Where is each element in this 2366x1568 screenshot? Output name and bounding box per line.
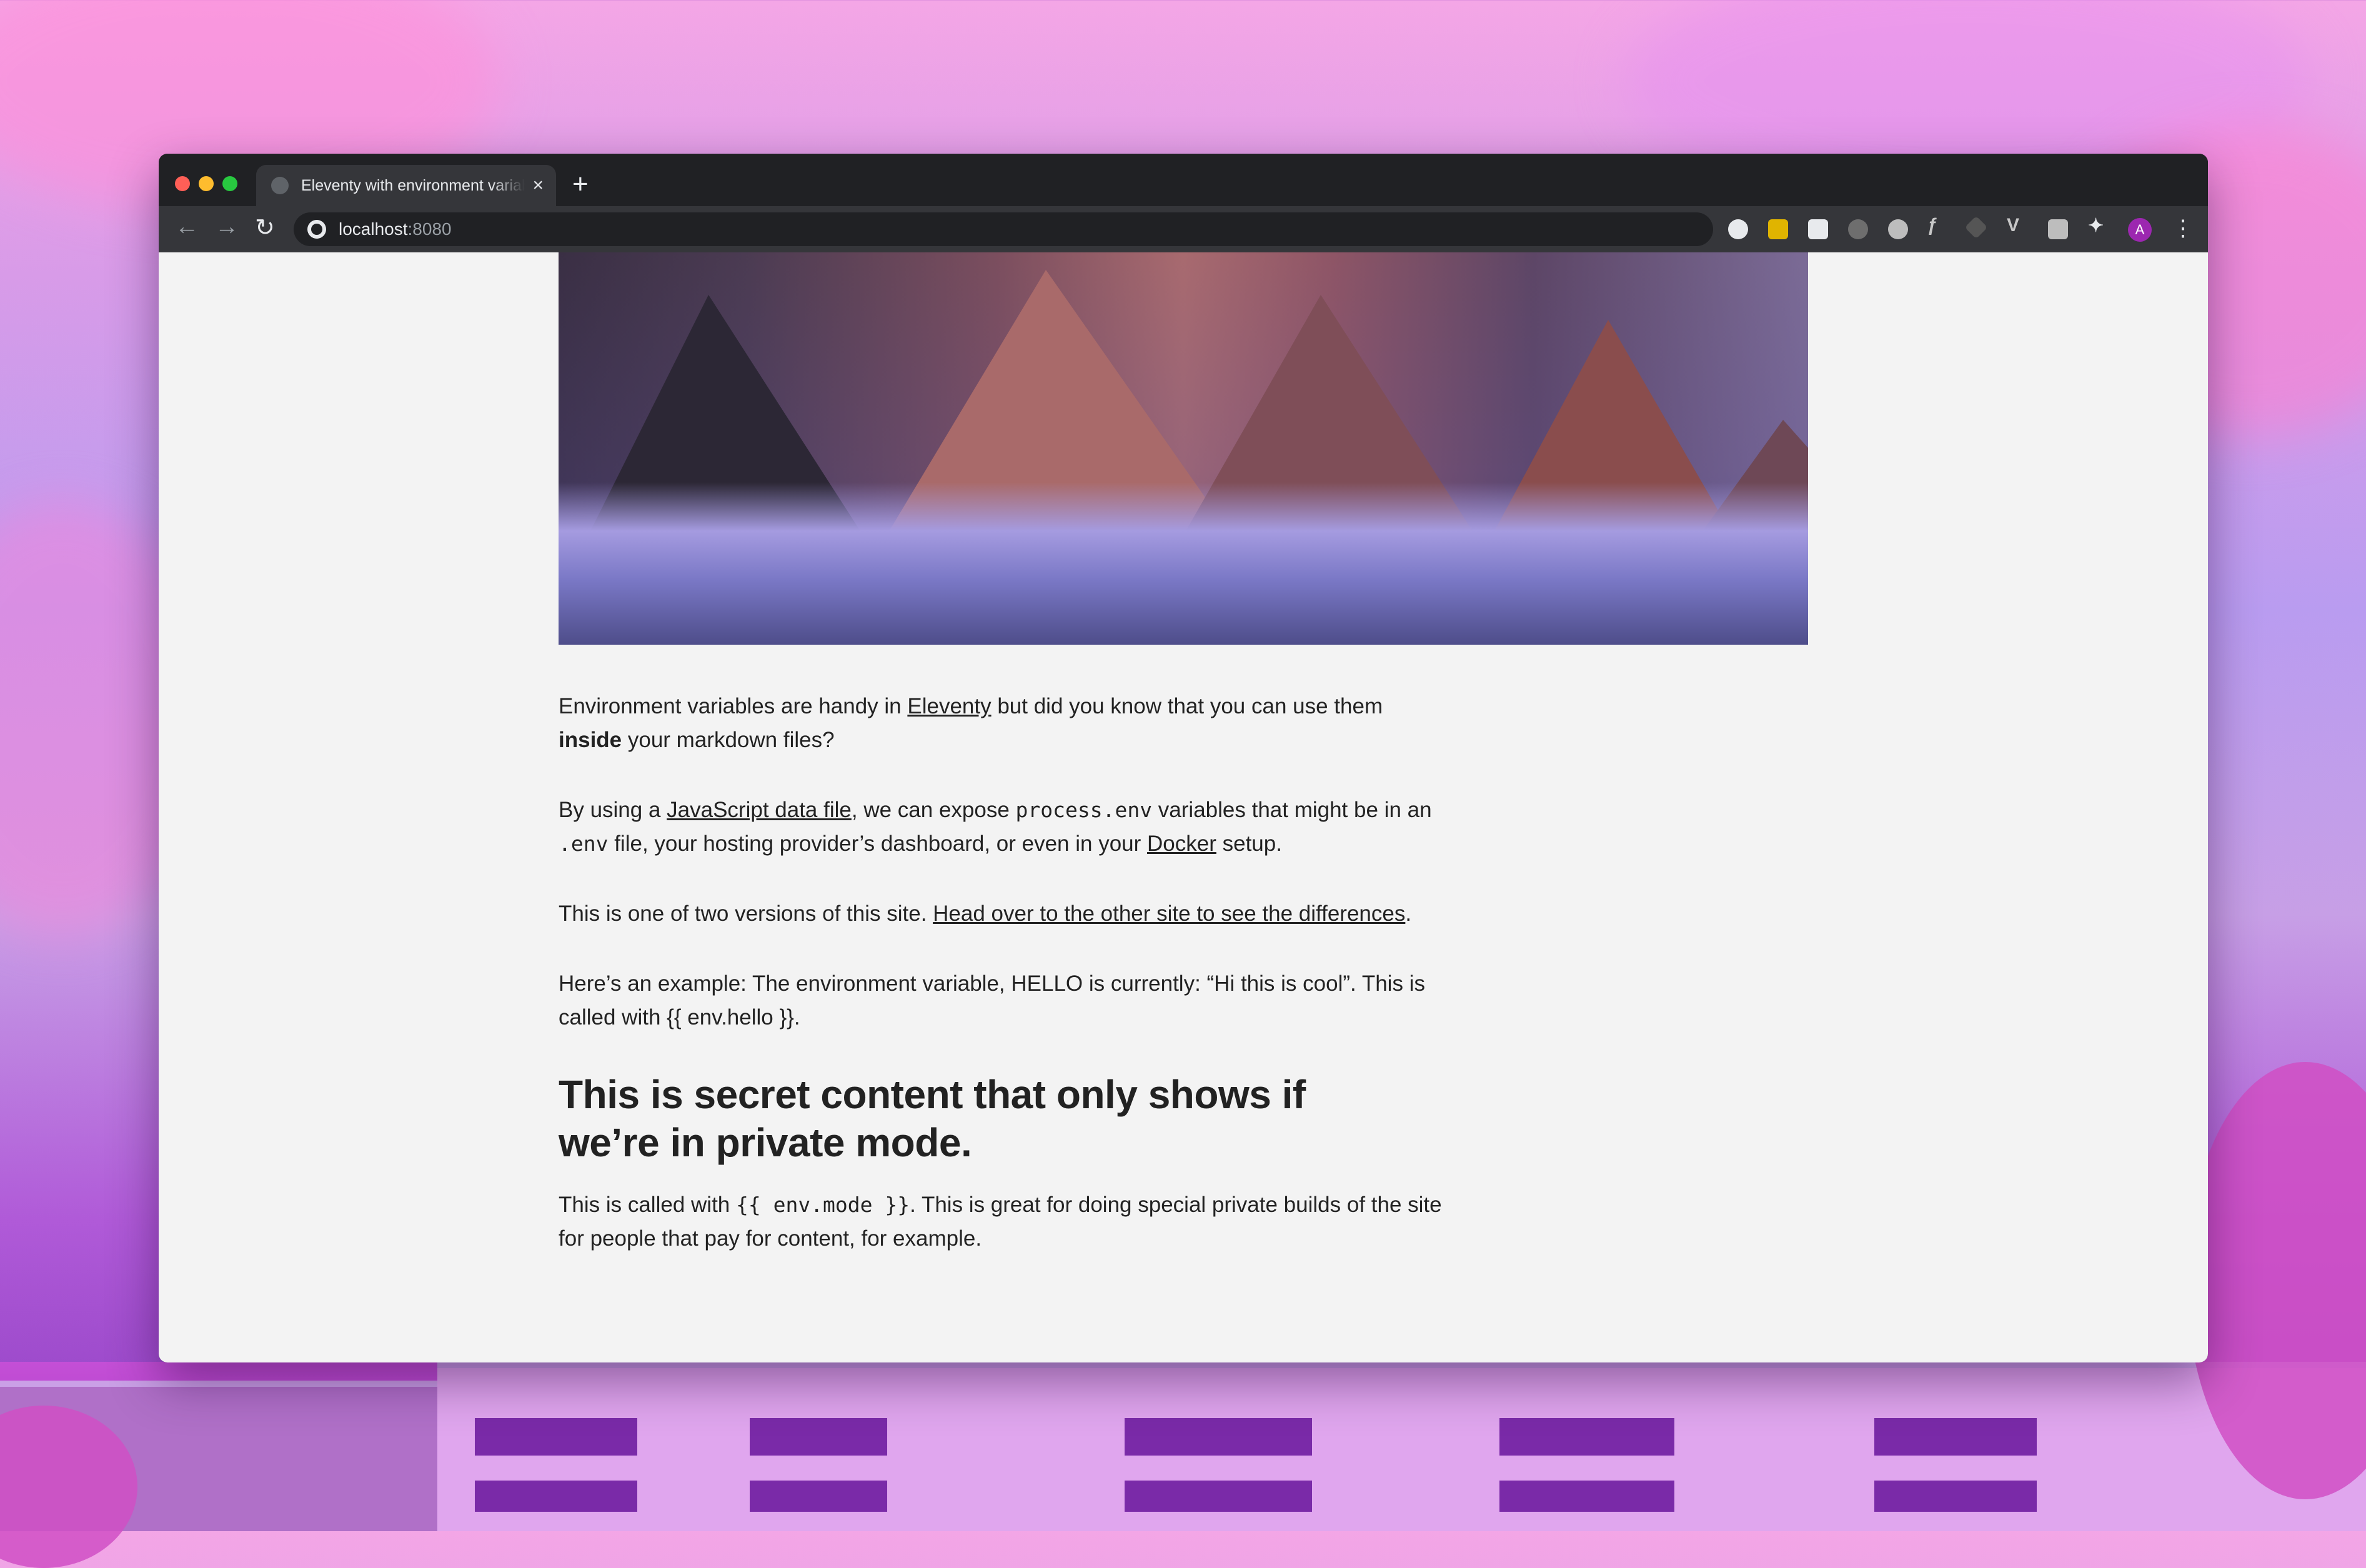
paragraph-mode: This is called with {{ env.mode }}. This…	[559, 1193, 1442, 1251]
reload-icon[interactable]: ↻	[255, 214, 275, 242]
javascript-data-file-link[interactable]: JavaScript data file	[667, 798, 852, 822]
paragraph-versions: This is one of two versions of this site…	[559, 901, 1412, 926]
vue-extension-icon[interactable]: V	[2007, 215, 2019, 236]
site-info-icon[interactable]	[307, 220, 326, 239]
maximize-window-button[interactable]	[222, 176, 237, 191]
gear-extension-icon[interactable]	[1888, 219, 1908, 239]
browser-toolbar: ← → ↻ localhost:8080 ƒ V ✦ A ⋮	[159, 206, 2208, 252]
page-viewport: Environment variables are handy in Eleve…	[159, 252, 2208, 1362]
globe-icon	[271, 177, 289, 194]
avatar[interactable]: A	[2128, 218, 2152, 242]
password-manager-extension-icon[interactable]	[1728, 219, 1748, 239]
eleventy-link[interactable]: Eleventy	[907, 694, 991, 718]
mountain-hero-image	[559, 252, 1808, 645]
minimize-window-button[interactable]	[199, 176, 214, 191]
box-extension-icon[interactable]	[2048, 219, 2068, 239]
forward-arrow-icon[interactable]: →	[215, 214, 239, 241]
docker-link[interactable]: Docker	[1147, 831, 1216, 856]
paragraph-intro: Environment variables are handy in Eleve…	[559, 694, 1383, 752]
js-extension-icon[interactable]	[1768, 219, 1788, 239]
graphql-extension-icon[interactable]	[1964, 216, 1988, 239]
paragraph-data-file: By using a JavaScript data file, we can …	[559, 798, 1432, 856]
address-bar[interactable]: localhost:8080	[294, 212, 1713, 246]
tab-title: Eleventy with environment variables	[301, 176, 525, 194]
url-text: localhost:8080	[339, 219, 452, 239]
close-window-button[interactable]	[175, 176, 190, 191]
other-site-link[interactable]: Head over to the other site to see the d…	[933, 901, 1405, 926]
notion-extension-icon[interactable]	[1808, 219, 1828, 239]
browser-tab[interactable]: Eleventy with environment variables ×	[256, 165, 556, 206]
function-extension-icon[interactable]: ƒ	[1927, 215, 1937, 236]
title-bar: Eleventy with environment variables × +	[159, 154, 2208, 206]
plus-icon[interactable]: +	[572, 169, 589, 200]
browser-window: Eleventy with environment variables × + …	[159, 154, 2208, 1362]
secret-content-heading: This is secret content that only shows i…	[559, 1072, 1306, 1165]
kebab-menu-icon[interactable]: ⋮	[2172, 215, 2194, 241]
cloud-extension-icon[interactable]	[1848, 219, 1868, 239]
close-icon[interactable]: ×	[532, 175, 544, 196]
article-content: Environment variables are handy in Eleve…	[559, 690, 1446, 1292]
back-arrow-icon[interactable]: ←	[175, 214, 199, 241]
puzzle-icon[interactable]: ✦	[2088, 215, 2104, 237]
paragraph-example: Here’s an example: The environment varia…	[559, 971, 1425, 1030]
